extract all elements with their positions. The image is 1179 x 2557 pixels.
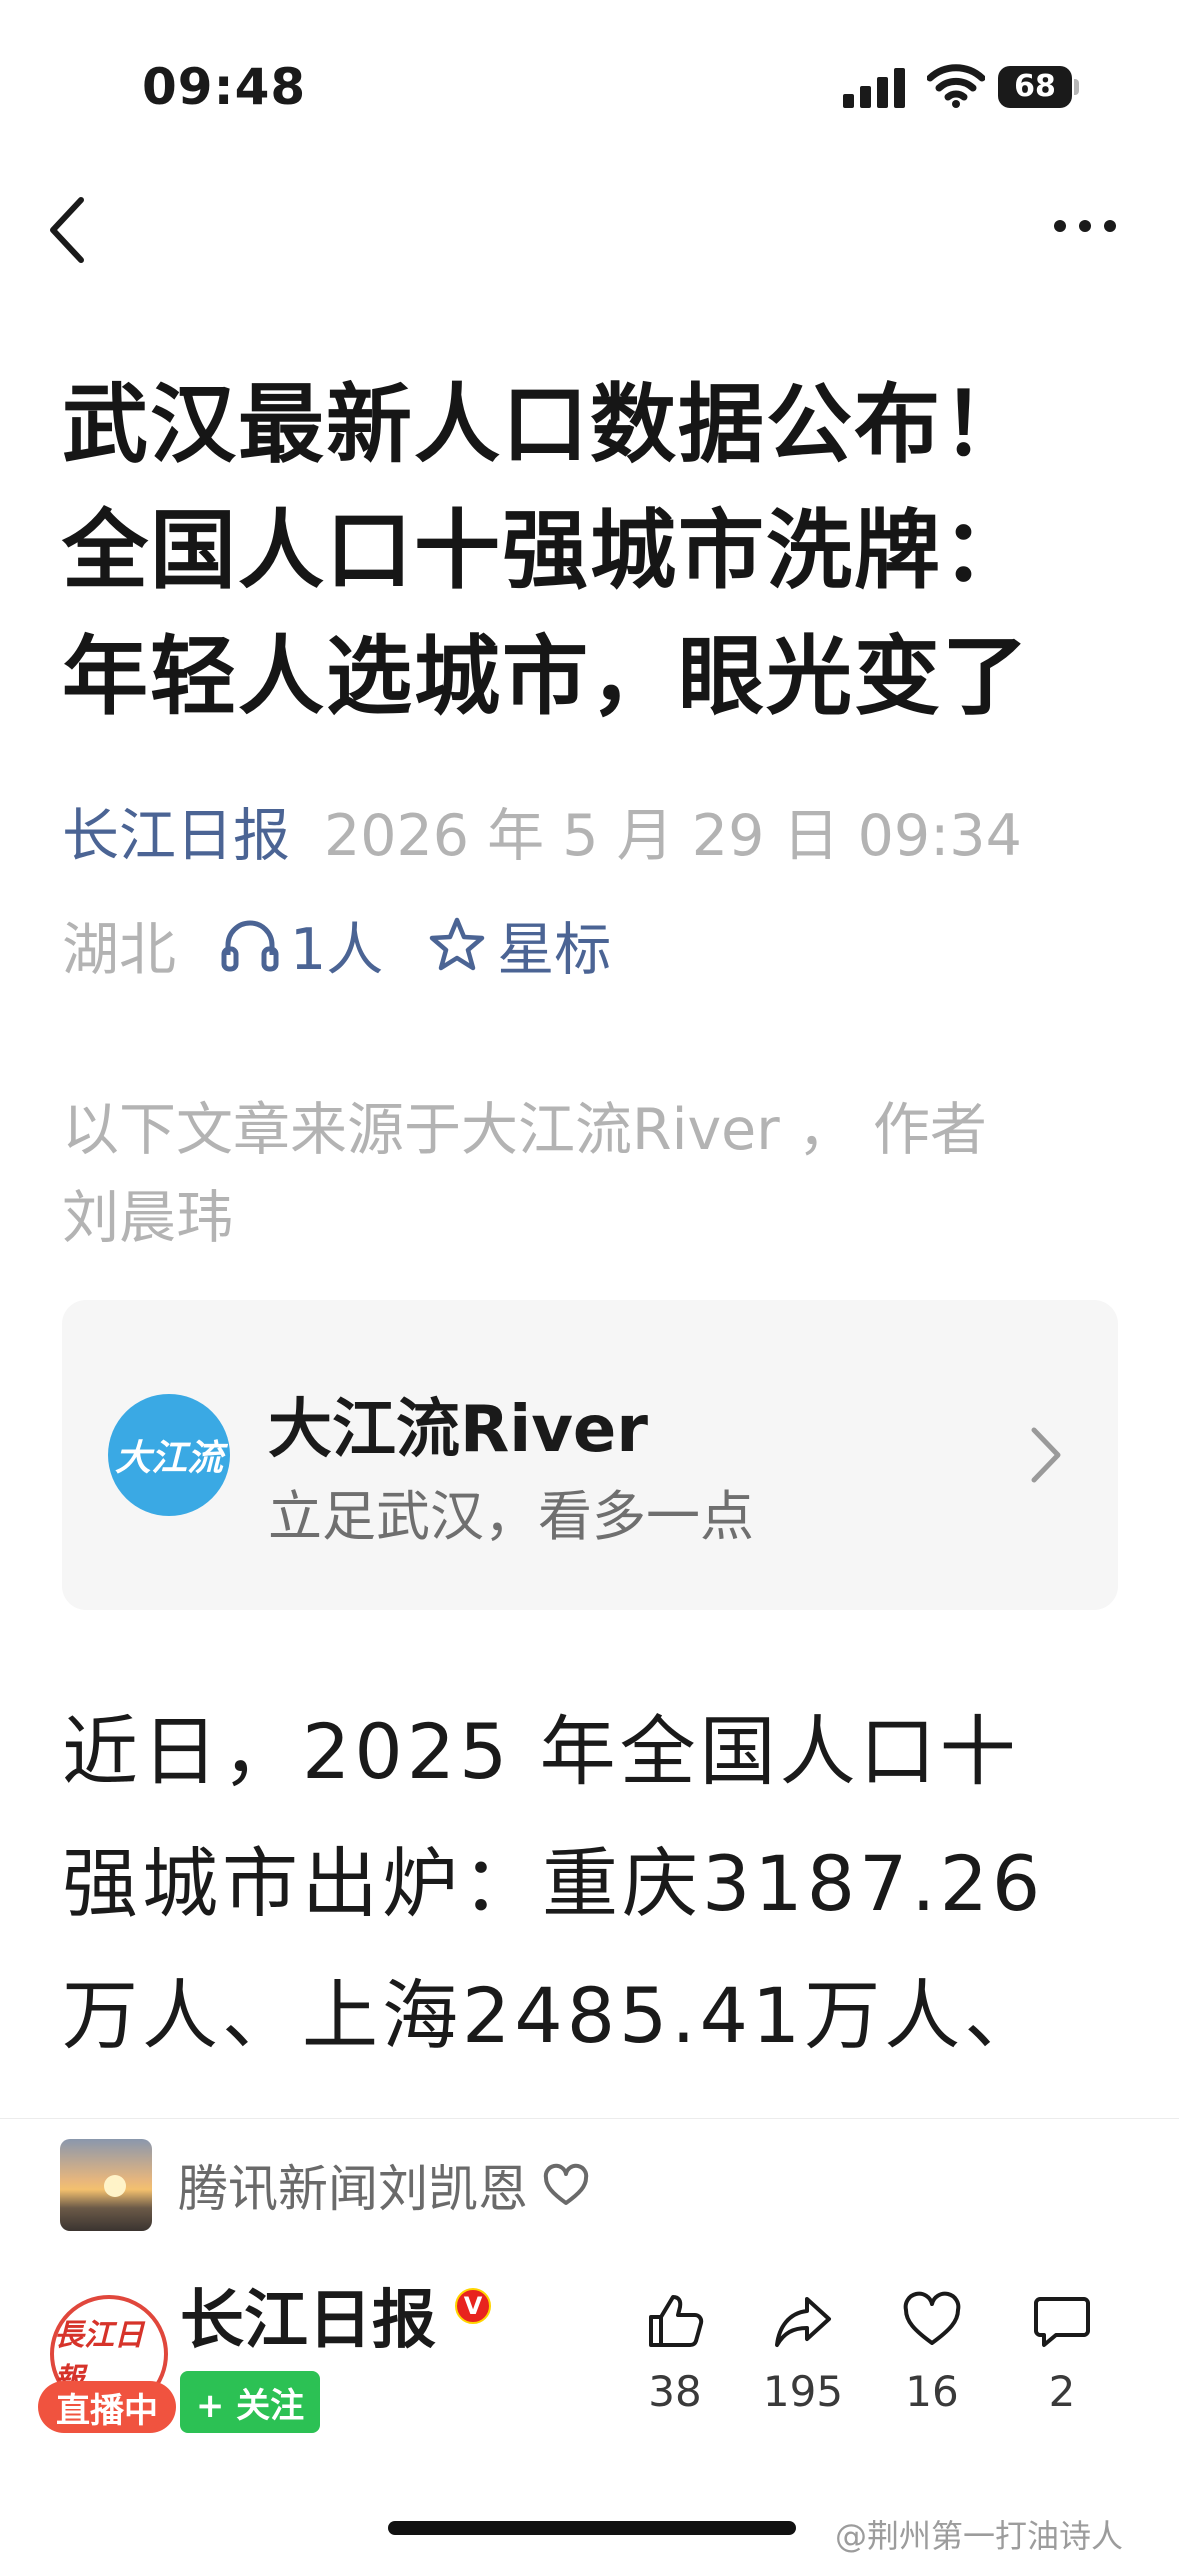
source-account-card[interactable]: 大江流 大江流River 立足武汉，看多一点 — [62, 1300, 1118, 1610]
share-button[interactable]: 195 — [748, 2291, 858, 2416]
battery-icon: 68 — [998, 66, 1080, 108]
body-line: 强城市出炉：重庆3187.26 — [62, 1839, 1045, 1928]
comment-bubble-icon — [1034, 2297, 1090, 2347]
more-options-icon[interactable] — [1050, 206, 1120, 246]
account-card-name: 大江流River — [268, 1393, 648, 1467]
body-line: 北京2183.2万人、成都 — [62, 2082, 1122, 2106]
chevron-right-icon — [1031, 1427, 1061, 1483]
title-line: 全国人口十强城市洗牌： — [62, 501, 1030, 601]
body-line: 近日，2025 年全国人口十 — [62, 1707, 1020, 1796]
account-card-logo: 大江流 — [108, 1394, 230, 1516]
follow-button[interactable]: + 关注 — [180, 2371, 320, 2433]
like-count: 38 — [648, 2367, 702, 2416]
star-icon — [430, 917, 485, 971]
account-name[interactable]: 长江日报 — [180, 2269, 436, 2361]
share-count: 195 — [762, 2367, 844, 2416]
live-badge[interactable]: 直播中 — [38, 2381, 176, 2433]
forwarder-avatar — [60, 2139, 152, 2231]
comment-count: 2 — [1048, 2367, 1076, 2416]
battery-level: 68 — [1014, 69, 1056, 104]
headphones-icon — [221, 920, 279, 972]
like-button[interactable]: 38 — [620, 2291, 730, 2416]
region-label: 湖北 — [62, 917, 176, 983]
share-arrow-icon — [775, 2297, 831, 2347]
account-card-description: 立足武汉，看多一点 — [268, 1485, 754, 1548]
favorite-button[interactable]: 16 — [877, 2291, 987, 2416]
comment-button[interactable]: 2 — [1007, 2291, 1117, 2416]
heart-icon — [903, 2291, 961, 2345]
verified-badge: V — [455, 2288, 491, 2324]
article-title: 武汉最新人口数据公布！ 全国人口十强城市洗牌： 年轻人选城市，眼光变了 — [62, 362, 1122, 740]
cellular-signal-icon — [843, 68, 905, 108]
forwarder-row[interactable]: 腾讯新闻刘凯恩 — [60, 2139, 590, 2231]
listen-button[interactable]: 1人 — [220, 904, 383, 986]
watermark-text: @荆州第一打油诗人 — [835, 2517, 1124, 2555]
title-line: 年轻人选城市，眼光变了 — [62, 627, 1030, 727]
title-line: 武汉最新人口数据公布！ — [62, 375, 1030, 475]
source-account-link[interactable]: 长江日报 — [62, 803, 290, 869]
wifi-icon — [927, 64, 985, 108]
listener-count: 1人 — [290, 917, 384, 983]
publish-date: 2026 年 5 月 29 日 09:34 — [324, 803, 1022, 869]
thumbs-up-icon — [649, 2295, 704, 2347]
star-mark-button[interactable]: 星标 — [427, 904, 611, 986]
status-time: 09:48 — [142, 58, 307, 116]
source-note-line: 以下文章来源于大江流River ， 作者 — [62, 1097, 987, 1163]
article-meta-secondary: 湖北 1人 星标 — [62, 904, 611, 986]
heart-icon — [543, 2163, 589, 2205]
back-chevron-icon[interactable] — [45, 190, 95, 270]
article-body: 近日，2025 年全国人口十 强城市出炉：重庆3187.26 万人、上海2485… — [62, 1686, 1122, 2106]
source-note: 以下文章来源于大江流River ， 作者 刘晨玮 — [62, 1086, 1122, 1262]
forwarder-name: 腾讯新闻刘凯恩 — [178, 2160, 528, 2218]
star-label: 星标 — [497, 917, 612, 983]
article-meta: 长江日报 2026 年 5 月 29 日 09:34 — [62, 790, 1022, 872]
home-indicator[interactable] — [388, 2521, 796, 2535]
bottom-action-bar: 腾讯新闻刘凯恩 長江日報 直播中 长江日报 V + 关注 38 195 16 2… — [0, 2118, 1179, 2557]
source-note-line: 刘晨玮 — [62, 1185, 233, 1251]
favorite-count: 16 — [905, 2367, 959, 2416]
body-line: 万人、上海2485.41万人、 — [62, 1971, 1045, 2060]
